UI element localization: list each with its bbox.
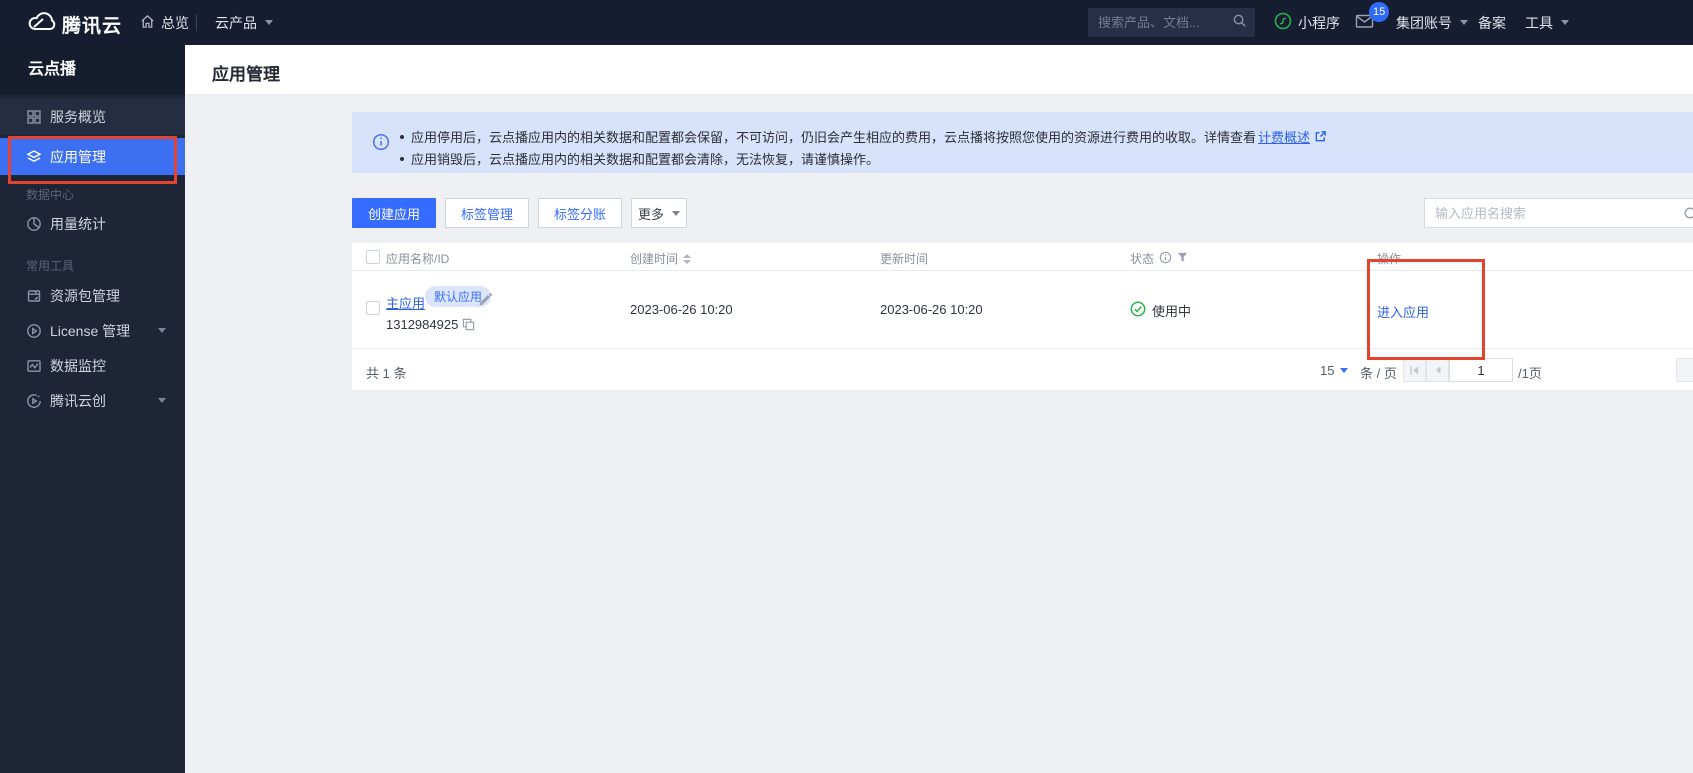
chevron-down-icon <box>1460 20 1468 25</box>
nav-overview[interactable]: 总览 <box>140 0 189 45</box>
app-table: 应用名称/ID 创建时间 更新时间 状态 操作 <box>352 243 1693 390</box>
media-circle-icon <box>26 393 42 409</box>
sidebar-item-label: 应用管理 <box>50 147 106 167</box>
copy-icon[interactable] <box>462 318 475 331</box>
bullet-dot <box>400 157 404 161</box>
home-icon <box>140 14 155 32</box>
sidebar-item-label: License 管理 <box>50 321 130 341</box>
select-all-checkbox[interactable] <box>366 250 380 264</box>
app-search-box <box>1424 198 1693 228</box>
nav-group-account[interactable]: 集团账号 <box>1396 0 1468 45</box>
banner-line-1: 应用停用后，云点播应用内的相关数据和配置都会保留，不可访问，仍旧会产生相应的费用… <box>400 127 1327 146</box>
status-text: 使用中 <box>1152 301 1191 320</box>
page-size-select[interactable]: 15 <box>1320 363 1348 378</box>
sidebar-item-tencent-cloud-creation[interactable]: 腾讯云创 <box>0 382 185 419</box>
status-badge: 使用中 <box>1130 301 1191 320</box>
col-header-updated: 更新时间 <box>880 250 928 267</box>
next-page-button[interactable] <box>1676 358 1693 382</box>
nav-cloud-products[interactable]: 云产品 <box>215 0 273 45</box>
more-button[interactable]: 更多 <box>631 198 687 228</box>
sidebar-product-title: 云点播 <box>0 45 185 95</box>
app-name-link[interactable]: 主应用 <box>386 293 425 312</box>
created-time: 2023-06-26 10:20 <box>630 302 733 317</box>
page-total-label: /1页 <box>1518 363 1542 382</box>
row-checkbox[interactable] <box>366 301 380 315</box>
table-footer: 共 1 条 15 条 / 页 /1页 <box>352 349 1693 390</box>
monitor-chart-icon <box>26 358 42 374</box>
sidebar: 云点播 服务概览 应用管理 数据中心 <box>0 45 185 773</box>
sidebar-item-label: 资源包管理 <box>50 286 120 306</box>
sidebar-item-usage-stats[interactable]: 用量统计 <box>0 205 185 242</box>
sidebar-item-label: 腾讯云创 <box>50 391 106 411</box>
col-header-created[interactable]: 创建时间 <box>630 250 691 267</box>
search-icon[interactable] <box>1232 13 1247 33</box>
chevron-down-icon <box>672 211 680 216</box>
global-search-box <box>1088 8 1255 37</box>
sidebar-item-data-monitoring[interactable]: 数据监控 <box>0 347 185 384</box>
total-count: 共 1 条 <box>366 363 406 382</box>
topbar-divider <box>196 14 197 31</box>
nav-beian[interactable]: 备案 <box>1478 0 1506 45</box>
layers-icon <box>26 149 42 165</box>
info-circle-icon[interactable] <box>1159 251 1172 267</box>
col-header-name: 应用名称/ID <box>386 250 449 267</box>
chevron-down-icon <box>158 328 166 333</box>
create-app-button[interactable]: 创建应用 <box>352 198 436 228</box>
chevron-down-icon <box>1340 368 1348 373</box>
sidebar-item-label: 服务概览 <box>50 107 106 127</box>
sort-icon[interactable] <box>683 254 691 264</box>
sidebar-item-label: 数据监控 <box>50 356 106 376</box>
first-page-button[interactable] <box>1403 358 1426 382</box>
nav-tools[interactable]: 工具 <box>1525 0 1569 45</box>
billing-overview-link[interactable]: 计费概述 <box>1258 127 1310 146</box>
edit-pencil-icon[interactable] <box>478 293 492 312</box>
enter-app-link[interactable]: 进入应用 <box>1377 302 1429 321</box>
bullet-dot <box>400 135 404 139</box>
table-header-row: 应用名称/ID 创建时间 更新时间 状态 操作 <box>352 243 1693 271</box>
sidebar-section-data-center: 数据中心 <box>26 186 74 203</box>
package-icon <box>26 288 42 304</box>
sidebar-item-app-management[interactable]: 应用管理 <box>0 138 185 175</box>
page-number-input[interactable] <box>1449 358 1513 382</box>
sidebar-section-common-tools: 常用工具 <box>26 257 74 274</box>
brand-name[interactable]: 腾讯云 <box>62 11 122 38</box>
prev-page-button[interactable] <box>1426 358 1449 382</box>
chevron-down-icon <box>1561 20 1569 25</box>
app-id: 1312984925 <box>386 317 475 332</box>
banner-line-2: 应用销毁后，云点播应用内的相关数据和配置都会清除，无法恢复，请谨慎操作。 <box>400 149 879 168</box>
col-header-status: 状态 <box>1130 250 1188 267</box>
nav-miniprogram[interactable]: 小程序 <box>1274 0 1340 45</box>
updated-time: 2023-06-26 10:20 <box>880 302 983 317</box>
info-circle-icon <box>372 133 390 156</box>
play-circle-icon <box>26 323 42 339</box>
table-row: 主应用 默认应用 1312984925 2023-06-26 10:20 202… <box>352 271 1693 349</box>
topbar: 腾讯云 总览 云产品 <box>0 0 1693 45</box>
tag-manage-button[interactable]: 标签管理 <box>445 198 529 228</box>
tag-billing-button[interactable]: 标签分账 <box>538 198 622 228</box>
info-banner: 应用停用后，云点播应用内的相关数据和配置都会保留，不可访问，仍旧会产生相应的费用… <box>352 112 1693 173</box>
tencent-cloud-console: 腾讯云 总览 云产品 <box>0 0 1693 773</box>
global-search-input[interactable] <box>1098 15 1232 30</box>
check-circle-icon <box>1130 301 1146 320</box>
chevron-down-icon <box>265 20 273 25</box>
sidebar-item-service-overview[interactable]: 服务概览 <box>0 98 185 135</box>
app-search-input[interactable] <box>1435 206 1665 221</box>
page-header: 应用管理 <box>185 45 1693 95</box>
chevron-down-icon <box>158 398 166 403</box>
col-header-action: 操作 <box>1377 250 1401 267</box>
external-link-icon[interactable] <box>1314 130 1327 143</box>
sidebar-item-resource-packages[interactable]: 资源包管理 <box>0 277 185 314</box>
miniprogram-icon <box>1274 12 1292 33</box>
search-icon[interactable] <box>1683 206 1693 227</box>
page-title: 应用管理 <box>212 60 280 85</box>
filter-icon[interactable] <box>1177 252 1188 266</box>
sidebar-item-label: 用量统计 <box>50 214 106 234</box>
message-count-badge[interactable]: 15 <box>1369 2 1389 22</box>
pie-chart-icon <box>26 216 42 232</box>
tencent-cloud-logo-icon[interactable] <box>26 10 58 39</box>
grid-icon <box>26 109 42 125</box>
per-page-label: 条 / 页 <box>1360 363 1397 382</box>
sidebar-item-license-management[interactable]: License 管理 <box>0 312 185 349</box>
